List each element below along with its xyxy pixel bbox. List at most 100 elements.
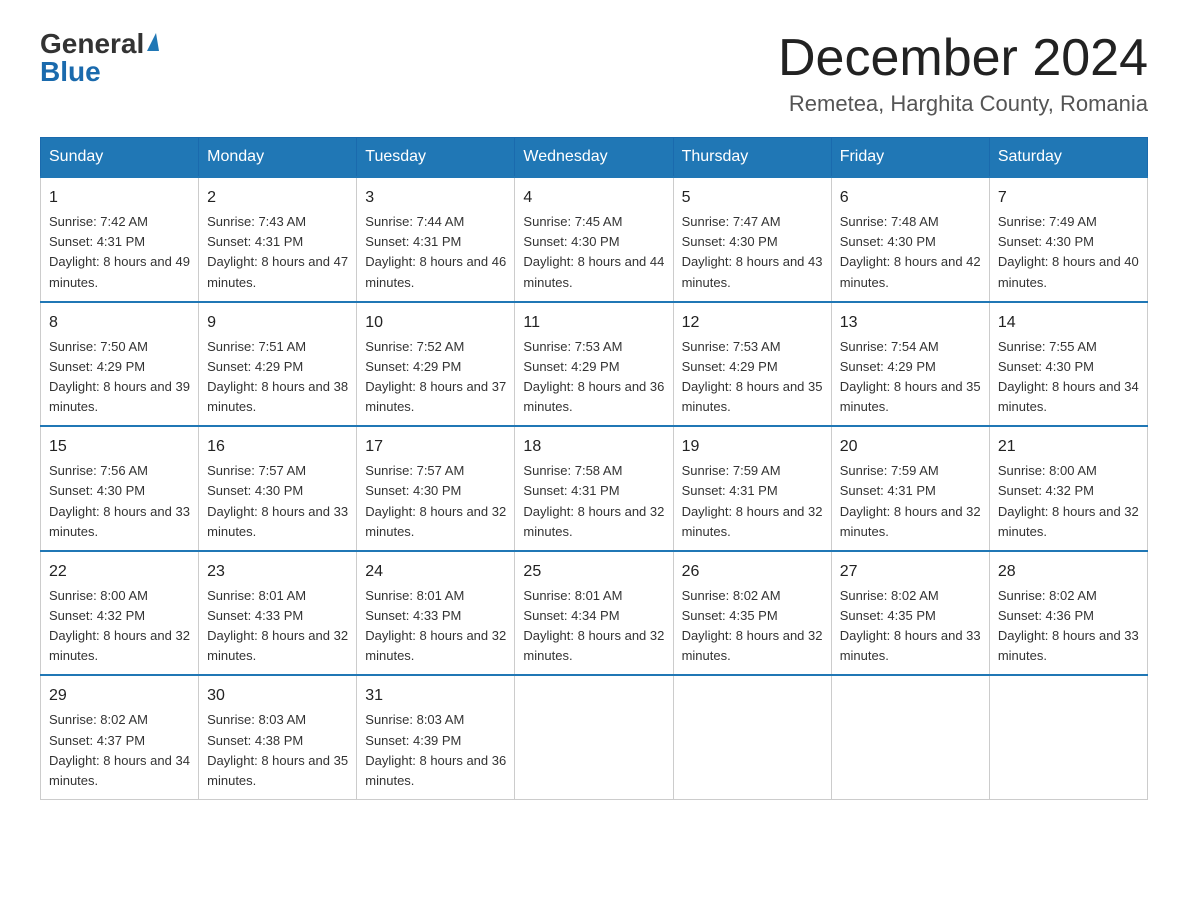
day-number: 8 [49,311,190,335]
day-info: Sunrise: 7:43 AMSunset: 4:31 PMDaylight:… [207,214,348,289]
day-cell-27: 27 Sunrise: 8:02 AMSunset: 4:35 PMDaylig… [831,551,989,676]
day-cell-1: 1 Sunrise: 7:42 AMSunset: 4:31 PMDayligh… [41,177,199,302]
location-subtitle: Remetea, Harghita County, Romania [778,91,1148,117]
day-cell-14: 14 Sunrise: 7:55 AMSunset: 4:30 PMDaylig… [989,302,1147,427]
empty-cell [515,675,673,799]
day-info: Sunrise: 7:57 AMSunset: 4:30 PMDaylight:… [365,463,506,538]
day-info: Sunrise: 7:53 AMSunset: 4:29 PMDaylight:… [682,339,823,414]
day-info: Sunrise: 8:01 AMSunset: 4:33 PMDaylight:… [365,588,506,663]
calendar-table: SundayMondayTuesdayWednesdayThursdayFrid… [40,137,1148,800]
day-info: Sunrise: 8:02 AMSunset: 4:35 PMDaylight:… [840,588,981,663]
logo: General Blue [40,30,159,86]
day-info: Sunrise: 8:03 AMSunset: 4:39 PMDaylight:… [365,712,506,787]
day-info: Sunrise: 7:59 AMSunset: 4:31 PMDaylight:… [840,463,981,538]
day-number: 10 [365,311,506,335]
day-number: 4 [523,186,664,210]
week-row-2: 8 Sunrise: 7:50 AMSunset: 4:29 PMDayligh… [41,302,1148,427]
day-info: Sunrise: 7:42 AMSunset: 4:31 PMDaylight:… [49,214,190,289]
day-number: 29 [49,684,190,708]
empty-cell [831,675,989,799]
page-header: General Blue December 2024 Remetea, Harg… [40,30,1148,117]
day-cell-24: 24 Sunrise: 8:01 AMSunset: 4:33 PMDaylig… [357,551,515,676]
day-cell-16: 16 Sunrise: 7:57 AMSunset: 4:30 PMDaylig… [199,426,357,551]
empty-cell [673,675,831,799]
day-number: 20 [840,435,981,459]
day-cell-25: 25 Sunrise: 8:01 AMSunset: 4:34 PMDaylig… [515,551,673,676]
day-number: 13 [840,311,981,335]
day-number: 18 [523,435,664,459]
weekday-header-sunday: Sunday [41,138,199,178]
day-number: 27 [840,560,981,584]
weekday-header-row: SundayMondayTuesdayWednesdayThursdayFrid… [41,138,1148,178]
week-row-1: 1 Sunrise: 7:42 AMSunset: 4:31 PMDayligh… [41,177,1148,302]
day-cell-18: 18 Sunrise: 7:58 AMSunset: 4:31 PMDaylig… [515,426,673,551]
logo-triangle-icon [147,33,159,51]
day-cell-31: 31 Sunrise: 8:03 AMSunset: 4:39 PMDaylig… [357,675,515,799]
day-info: Sunrise: 8:02 AMSunset: 4:36 PMDaylight:… [998,588,1139,663]
day-number: 12 [682,311,823,335]
logo-general-text: General [40,30,144,58]
day-number: 3 [365,186,506,210]
day-info: Sunrise: 7:57 AMSunset: 4:30 PMDaylight:… [207,463,348,538]
day-info: Sunrise: 8:01 AMSunset: 4:34 PMDaylight:… [523,588,664,663]
day-info: Sunrise: 7:44 AMSunset: 4:31 PMDaylight:… [365,214,506,289]
day-info: Sunrise: 7:53 AMSunset: 4:29 PMDaylight:… [523,339,664,414]
day-info: Sunrise: 8:03 AMSunset: 4:38 PMDaylight:… [207,712,348,787]
empty-cell [989,675,1147,799]
day-info: Sunrise: 7:52 AMSunset: 4:29 PMDaylight:… [365,339,506,414]
day-info: Sunrise: 7:51 AMSunset: 4:29 PMDaylight:… [207,339,348,414]
day-number: 22 [49,560,190,584]
day-info: Sunrise: 7:50 AMSunset: 4:29 PMDaylight:… [49,339,190,414]
day-cell-21: 21 Sunrise: 8:00 AMSunset: 4:32 PMDaylig… [989,426,1147,551]
day-info: Sunrise: 7:55 AMSunset: 4:30 PMDaylight:… [998,339,1139,414]
weekday-header-friday: Friday [831,138,989,178]
weekday-header-wednesday: Wednesday [515,138,673,178]
day-cell-10: 10 Sunrise: 7:52 AMSunset: 4:29 PMDaylig… [357,302,515,427]
day-number: 16 [207,435,348,459]
day-info: Sunrise: 7:58 AMSunset: 4:31 PMDaylight:… [523,463,664,538]
day-cell-30: 30 Sunrise: 8:03 AMSunset: 4:38 PMDaylig… [199,675,357,799]
day-number: 23 [207,560,348,584]
month-title: December 2024 [778,30,1148,87]
day-number: 7 [998,186,1139,210]
day-number: 2 [207,186,348,210]
day-cell-28: 28 Sunrise: 8:02 AMSunset: 4:36 PMDaylig… [989,551,1147,676]
weekday-header-tuesday: Tuesday [357,138,515,178]
title-block: December 2024 Remetea, Harghita County, … [778,30,1148,117]
day-number: 5 [682,186,823,210]
week-row-4: 22 Sunrise: 8:00 AMSunset: 4:32 PMDaylig… [41,551,1148,676]
day-cell-7: 7 Sunrise: 7:49 AMSunset: 4:30 PMDayligh… [989,177,1147,302]
day-cell-26: 26 Sunrise: 8:02 AMSunset: 4:35 PMDaylig… [673,551,831,676]
day-number: 21 [998,435,1139,459]
day-number: 28 [998,560,1139,584]
day-cell-13: 13 Sunrise: 7:54 AMSunset: 4:29 PMDaylig… [831,302,989,427]
day-number: 26 [682,560,823,584]
day-cell-2: 2 Sunrise: 7:43 AMSunset: 4:31 PMDayligh… [199,177,357,302]
logo-blue-text: Blue [40,58,159,86]
day-cell-19: 19 Sunrise: 7:59 AMSunset: 4:31 PMDaylig… [673,426,831,551]
day-number: 14 [998,311,1139,335]
weekday-header-saturday: Saturday [989,138,1147,178]
day-number: 31 [365,684,506,708]
week-row-3: 15 Sunrise: 7:56 AMSunset: 4:30 PMDaylig… [41,426,1148,551]
day-cell-4: 4 Sunrise: 7:45 AMSunset: 4:30 PMDayligh… [515,177,673,302]
day-info: Sunrise: 7:49 AMSunset: 4:30 PMDaylight:… [998,214,1139,289]
day-cell-20: 20 Sunrise: 7:59 AMSunset: 4:31 PMDaylig… [831,426,989,551]
week-row-5: 29 Sunrise: 8:02 AMSunset: 4:37 PMDaylig… [41,675,1148,799]
weekday-header-monday: Monday [199,138,357,178]
day-cell-23: 23 Sunrise: 8:01 AMSunset: 4:33 PMDaylig… [199,551,357,676]
day-number: 11 [523,311,664,335]
day-info: Sunrise: 8:00 AMSunset: 4:32 PMDaylight:… [998,463,1139,538]
day-cell-9: 9 Sunrise: 7:51 AMSunset: 4:29 PMDayligh… [199,302,357,427]
day-number: 19 [682,435,823,459]
day-info: Sunrise: 8:01 AMSunset: 4:33 PMDaylight:… [207,588,348,663]
day-number: 24 [365,560,506,584]
day-info: Sunrise: 7:59 AMSunset: 4:31 PMDaylight:… [682,463,823,538]
day-info: Sunrise: 8:00 AMSunset: 4:32 PMDaylight:… [49,588,190,663]
day-info: Sunrise: 8:02 AMSunset: 4:35 PMDaylight:… [682,588,823,663]
day-number: 17 [365,435,506,459]
day-number: 25 [523,560,664,584]
day-cell-29: 29 Sunrise: 8:02 AMSunset: 4:37 PMDaylig… [41,675,199,799]
weekday-header-thursday: Thursday [673,138,831,178]
day-info: Sunrise: 7:54 AMSunset: 4:29 PMDaylight:… [840,339,981,414]
